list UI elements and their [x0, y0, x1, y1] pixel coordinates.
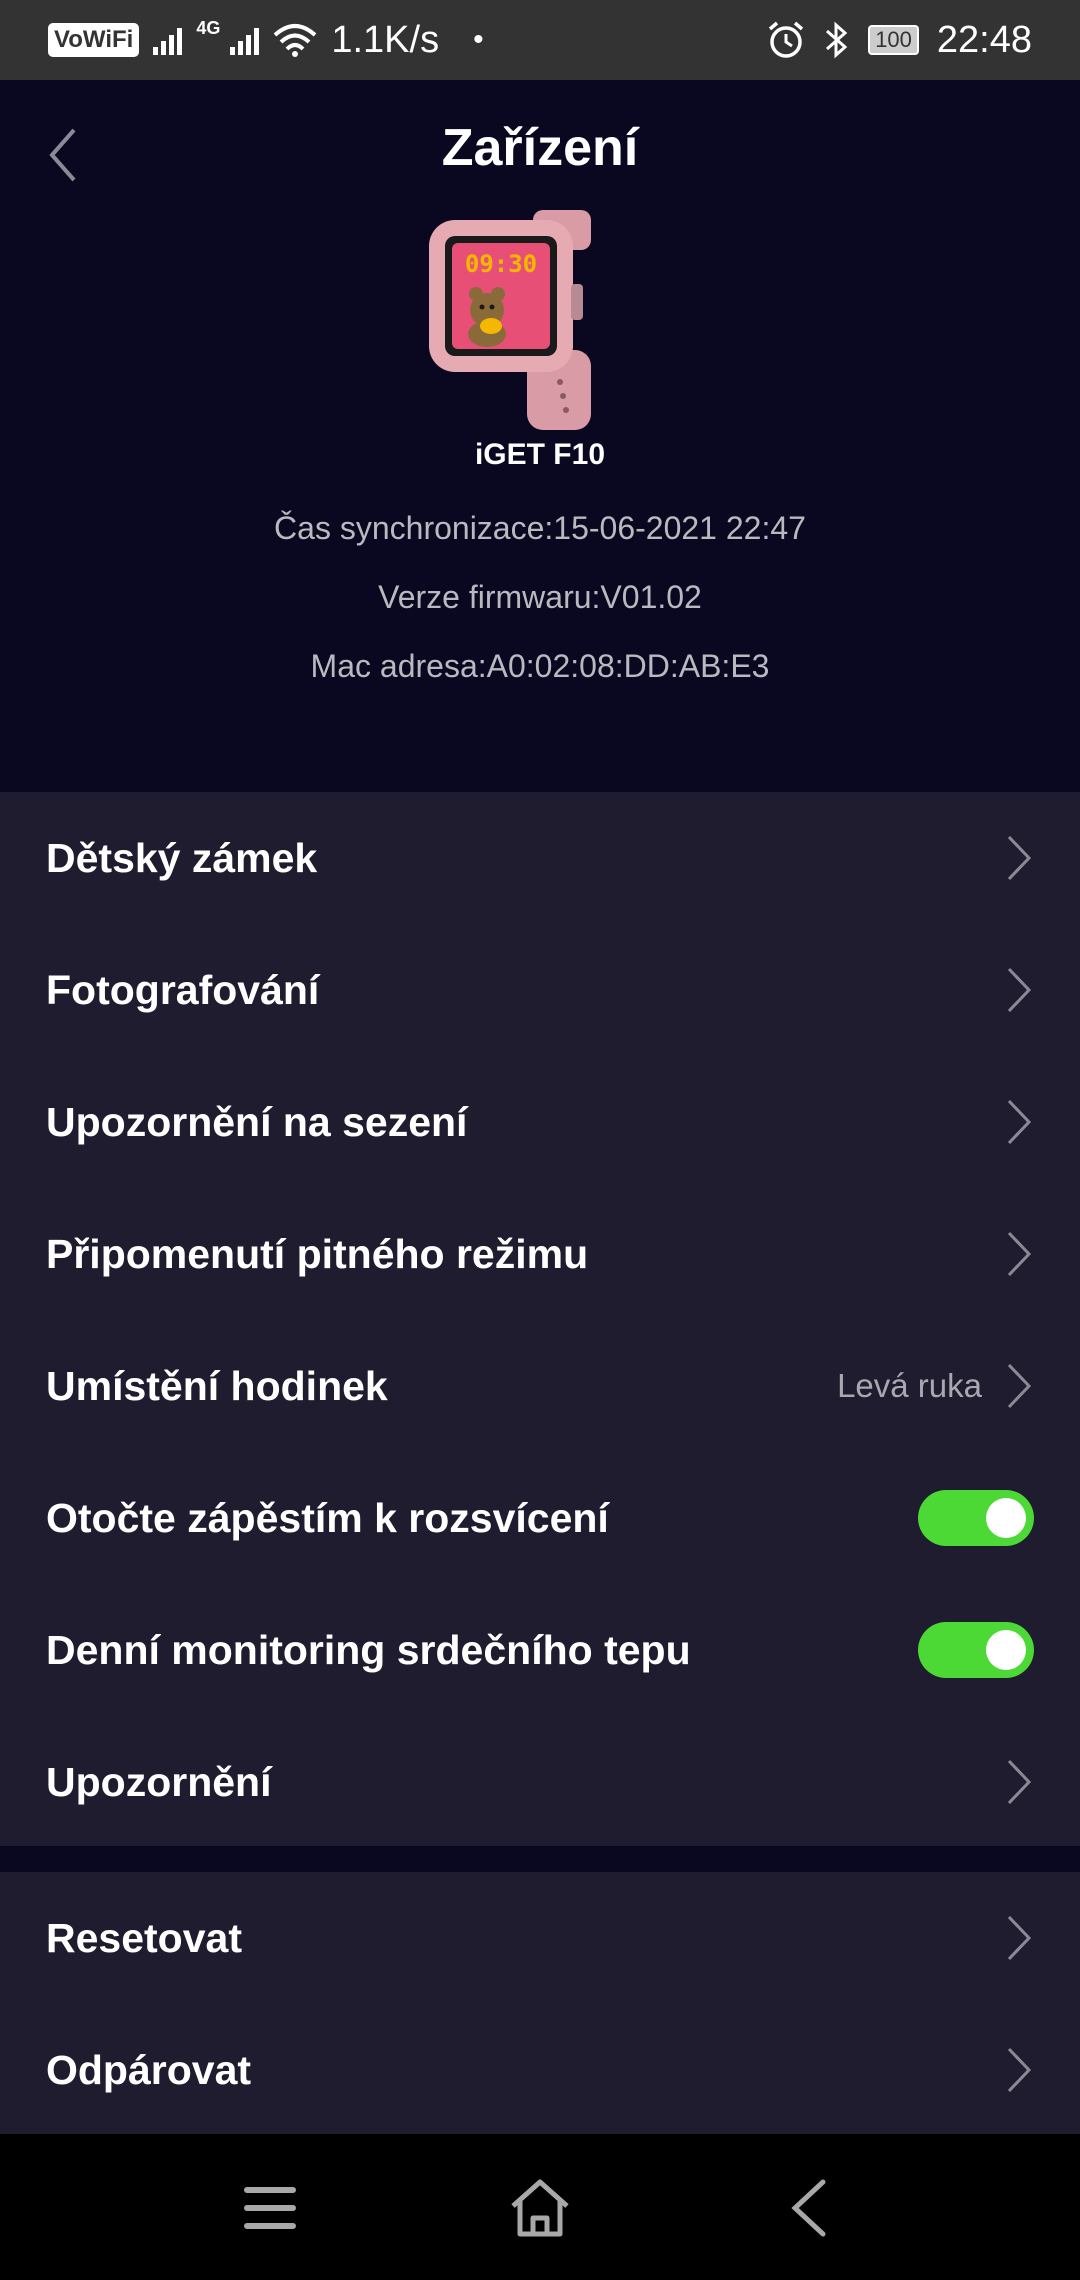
toggle-knob	[986, 1630, 1026, 1670]
settings-row-watch-placement[interactable]: Umístění hodinek Levá ruka	[0, 1320, 1080, 1452]
vowifi-icon: VoWiFi	[48, 23, 140, 57]
alarm-icon	[769, 21, 804, 58]
notification-dot: •	[473, 23, 484, 56]
svg-text:09:30: 09:30	[465, 250, 537, 278]
device-name: iGET F10	[474, 438, 606, 471]
row-label: Denní monitoring srdečního tepu	[46, 1626, 691, 1673]
settings-row-raise-to-wake: Otočte zápěstím k rozsvícení	[0, 1452, 1080, 1584]
raise-to-wake-toggle[interactable]	[918, 1490, 1034, 1546]
chevron-right-icon	[1007, 1363, 1032, 1409]
network-type: 4G	[196, 17, 221, 38]
settings-row-drinking-reminder[interactable]: Připomenutí pitného režimu	[0, 1188, 1080, 1320]
status-left: VoWiFi 4G 1.1K/s •	[48, 17, 484, 62]
reset-row[interactable]: Resetovat	[0, 1872, 1080, 2004]
heart-rate-toggle[interactable]	[918, 1622, 1034, 1678]
unpair-row[interactable]: Odpárovat	[0, 2004, 1080, 2136]
settings-list: Dětský zámek Fotografování Upozornění na…	[0, 792, 1080, 1846]
chevron-right-icon	[1007, 1759, 1032, 1805]
sync-time: Čas synchronizace:15-06-2021 22:47	[274, 510, 806, 546]
watch-placement-value: Levá ruka	[837, 1367, 982, 1404]
row-label: Dětský zámek	[46, 834, 318, 881]
menu-icon[interactable]	[235, 2176, 305, 2240]
chevron-right-icon	[1007, 835, 1032, 881]
settings-row-heart-rate-monitoring: Denní monitoring srdečního tepu	[0, 1584, 1080, 1716]
row-label: Otočte zápěstím k rozsvícení	[46, 1494, 609, 1541]
chevron-right-icon	[1007, 1099, 1032, 1145]
row-label: Upozornění	[46, 1758, 272, 1805]
status-bar: VoWiFi 4G 1.1K/s • 100 22:48	[0, 0, 1080, 80]
row-label: Fotografování	[46, 966, 320, 1013]
battery-icon: 100	[868, 25, 919, 55]
row-label: Připomenutí pitného režimu	[46, 1230, 589, 1277]
settings-row-sedentary-reminder[interactable]: Upozornění na sezení	[0, 1056, 1080, 1188]
settings-row-notifications[interactable]: Upozornění	[0, 1716, 1080, 1848]
row-label: Upozornění na sezení	[46, 1098, 468, 1145]
status-right: 100 22:48	[766, 19, 1032, 62]
system-nav-bar	[0, 2134, 1080, 2280]
settings-row-child-lock[interactable]: Dětský zámek	[0, 792, 1080, 924]
actions-list: Resetovat Odpárovat	[0, 1872, 1080, 2134]
chevron-right-icon	[1007, 1915, 1032, 1961]
row-label: Umístění hodinek	[46, 1362, 388, 1409]
chevron-right-icon	[1007, 2047, 1032, 2093]
signal-icon	[153, 25, 183, 55]
network-speed: 1.1K/s	[331, 18, 440, 61]
toggle-knob	[986, 1498, 1026, 1538]
device-header: Zařízení 09:30 iGET F10 Čas synchronizac…	[0, 80, 1080, 792]
clock: 22:48	[936, 18, 1032, 61]
wifi-icon	[274, 24, 317, 57]
chevron-right-icon	[1007, 1231, 1032, 1277]
watch-image: 09:30	[429, 210, 591, 430]
mac-address: Mac adresa:A0:02:08:DD:AB:E3	[310, 648, 770, 684]
page-title: Zařízení	[441, 119, 639, 177]
back-icon[interactable]	[775, 2176, 845, 2240]
settings-row-photography[interactable]: Fotografování	[0, 924, 1080, 1056]
chevron-right-icon	[1007, 967, 1032, 1013]
signal-icon-2	[230, 25, 260, 55]
home-icon[interactable]	[505, 2176, 575, 2240]
bluetooth-icon	[826, 21, 848, 59]
row-label: Odpárovat	[46, 2046, 252, 2093]
firmware-version: Verze firmwaru:V01.02	[378, 579, 702, 615]
row-label: Resetovat	[46, 1914, 242, 1961]
